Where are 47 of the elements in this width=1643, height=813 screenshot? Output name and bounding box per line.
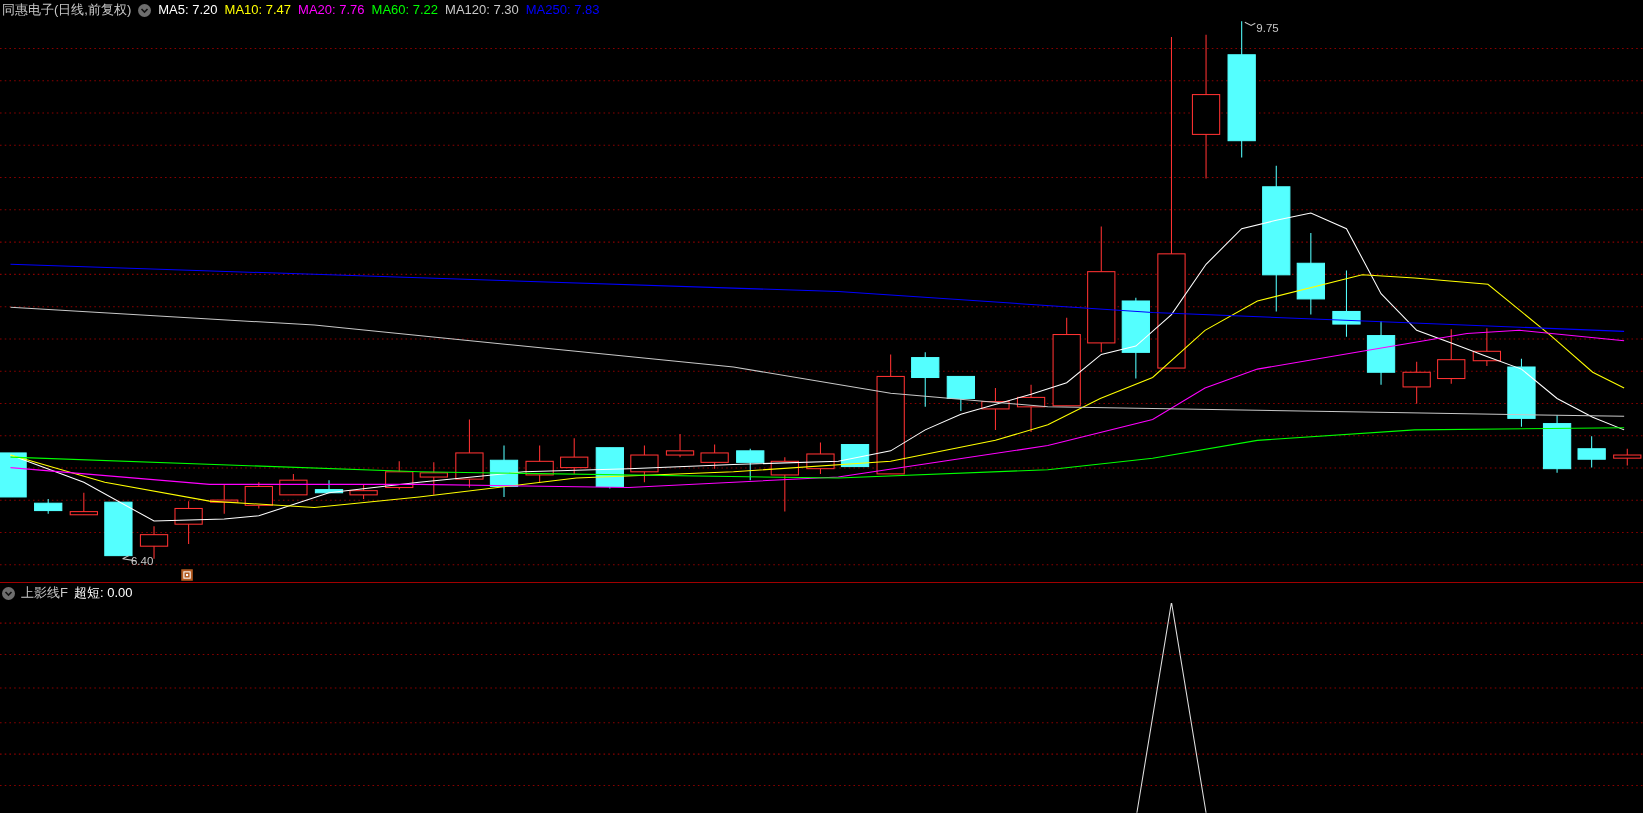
moving-average-reading: MA5: 7.20 [158,1,218,20]
candlestick [630,445,659,483]
candlestick [104,501,133,557]
moving-average-reading: MA250: 7.83 [525,1,600,20]
candlestick [1507,358,1536,428]
moving-average-reading: MA60: 7.22 [371,1,439,20]
candlestick [349,483,378,500]
candlestick [244,481,273,509]
candlestick [1542,414,1572,474]
candlestick [1332,270,1361,338]
candlestick [946,375,975,412]
candlestick [1577,435,1606,469]
candlestick [911,351,940,408]
indicator-reading: 超短: 0.00 [73,584,133,603]
candlestick [174,500,203,545]
candlestick [1016,384,1046,433]
candlestick [525,445,554,483]
chart-title: 同惠电子(日线,前复权) [2,1,132,20]
moving-average-reading: MA10: 7.47 [224,1,292,20]
candlestick [455,418,484,489]
candlestick [279,473,308,496]
candlestick [314,479,344,494]
candlestick [665,433,695,458]
moving-average-reading: MA20: 7.76 [298,1,365,20]
candlestick [69,492,98,516]
candlestick [34,498,63,515]
candlestick [1437,328,1466,385]
candlestick [0,452,27,498]
candlestick [210,483,239,515]
candlestick [1402,361,1431,405]
candlestick [419,461,448,496]
indicator-name: 上影线F [21,584,68,603]
moving-average-reading: MA120: 7.30 [445,1,519,20]
chevron-down-icon[interactable] [138,3,152,17]
candlestick [489,445,519,498]
square-icon[interactable] [181,569,193,581]
candlestick [700,444,729,470]
candlestick [806,441,835,475]
candlestick [770,456,799,513]
candlestick [385,460,414,491]
candlestick [1472,327,1501,367]
candlestick [560,437,589,475]
candlestick [595,447,624,490]
chevron-down-icon[interactable] [2,586,15,600]
candlestick [1366,320,1396,386]
candlestick [981,387,1010,431]
candlestick [736,448,765,481]
